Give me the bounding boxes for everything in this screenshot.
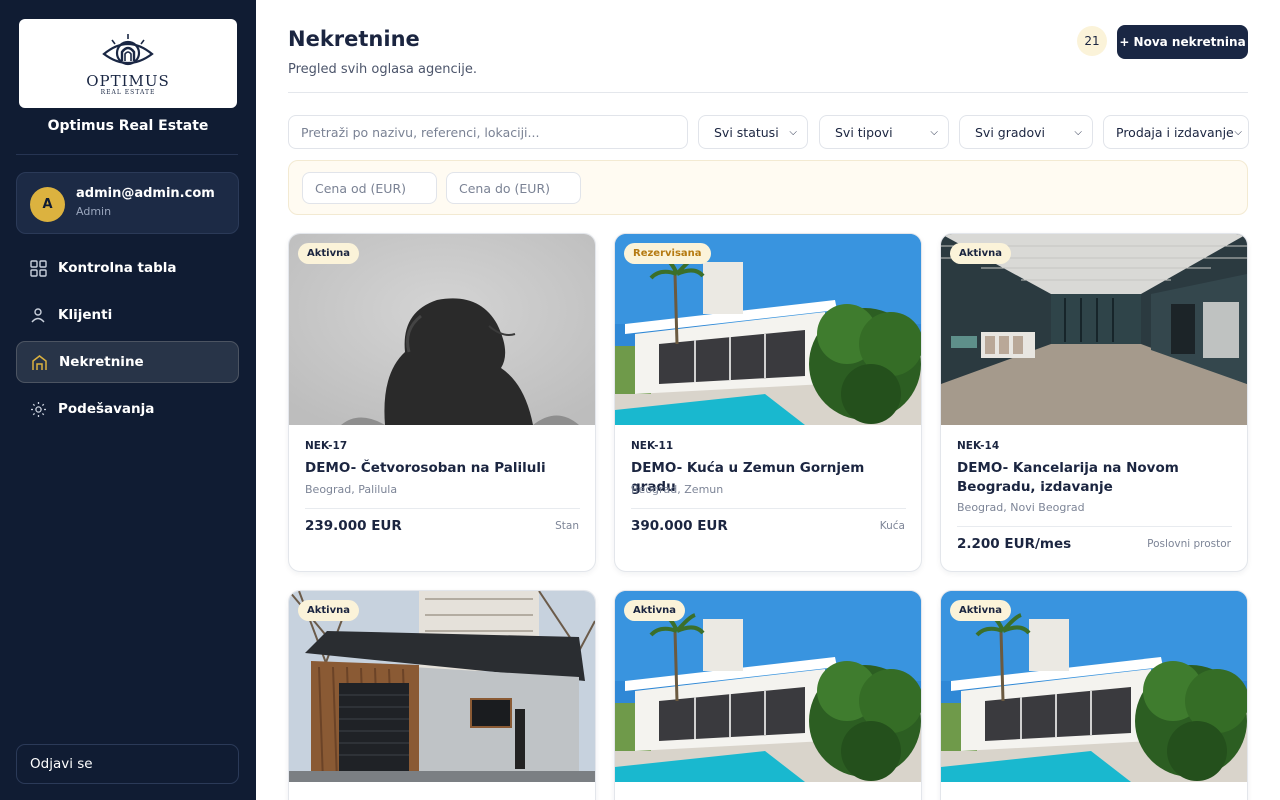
logo-tagline: REAL ESTATE bbox=[100, 88, 156, 96]
transaction-select-value: Prodaja i izdavanje bbox=[1116, 124, 1234, 140]
user-icon bbox=[29, 306, 47, 324]
sidebar-item-nekretnine[interactable]: Nekretnine bbox=[16, 341, 239, 383]
type-select-value: Svi tipovi bbox=[835, 124, 893, 140]
sun-gear-icon bbox=[29, 400, 47, 418]
page-title: Nekretnine bbox=[288, 27, 420, 51]
status-badge: Rezervisana bbox=[624, 243, 711, 264]
card-divider bbox=[631, 508, 906, 509]
user-card[interactable]: A admin@admin.com Admin bbox=[16, 172, 239, 234]
status-badge: Aktivna bbox=[298, 243, 359, 264]
brand-logo[interactable]: OPTIMUS REAL ESTATE bbox=[19, 19, 237, 108]
property-reference: NEK-17 bbox=[305, 440, 348, 452]
sidebar-item-kontrolna-tabla[interactable]: Kontrolna tabla bbox=[16, 247, 239, 289]
brand-name: Optimus Real Estate bbox=[47, 118, 209, 134]
grid-icon bbox=[29, 259, 47, 277]
property-reference: NEK-14 bbox=[957, 440, 1000, 452]
home-icon bbox=[30, 353, 48, 371]
city-select[interactable]: Svi gradovi ⌵ bbox=[959, 115, 1093, 149]
property-card[interactable]: Aktivna bbox=[288, 590, 596, 800]
status-select-value: Svi statusi bbox=[714, 124, 779, 140]
price-to-input[interactable] bbox=[446, 172, 581, 204]
property-location: Beograd, Palilula bbox=[305, 483, 398, 496]
chevron-down-icon: ⌵ bbox=[930, 126, 938, 138]
listing-count-badge: 21 bbox=[1077, 26, 1107, 56]
user-email: admin@admin.com bbox=[76, 186, 215, 201]
logout-button[interactable]: Odjavi se bbox=[16, 744, 239, 784]
user-role: Admin bbox=[76, 205, 112, 218]
header-divider bbox=[288, 92, 1248, 93]
property-location: Beograd, Novi Beograd bbox=[957, 501, 1085, 514]
property-title: DEMO- Kancelarija na Novom Beogradu, izd… bbox=[957, 460, 1179, 495]
chevron-down-icon: ⌵ bbox=[1074, 126, 1082, 138]
property-price: 2.200 EUR/mes bbox=[957, 536, 1072, 552]
property-price: 390.000 EUR bbox=[631, 518, 728, 534]
price-from-input[interactable] bbox=[302, 172, 437, 204]
status-badge: Aktivna bbox=[624, 600, 685, 621]
city-select-value: Svi gradovi bbox=[975, 124, 1045, 140]
eye-arch-logo-icon bbox=[102, 33, 154, 65]
sidebar-divider bbox=[16, 154, 238, 155]
sidebar-item-podesavanja[interactable]: Podešavanja bbox=[16, 388, 239, 430]
property-card[interactable]: Rezervisana NEK-11 DEMO- Kuća u Zemun Go… bbox=[614, 233, 922, 572]
sidebar-item-label: Kontrolna tabla bbox=[58, 260, 177, 276]
search-input[interactable] bbox=[288, 115, 688, 149]
avatar: A bbox=[30, 187, 65, 222]
property-reference: NEK-11 bbox=[631, 440, 674, 452]
property-type: Stan bbox=[555, 520, 579, 532]
status-badge: Aktivna bbox=[298, 600, 359, 621]
status-select[interactable]: Svi statusi ⌵ bbox=[698, 115, 808, 149]
card-divider bbox=[957, 526, 1232, 527]
transaction-select[interactable]: Prodaja i izdavanje ⌵ bbox=[1103, 115, 1249, 149]
property-card[interactable]: Aktivna NEK-17 DEMO- Četvorosoban na Pal… bbox=[288, 233, 596, 572]
property-card[interactable]: Aktivna bbox=[940, 590, 1248, 800]
sidebar-item-label: Klijenti bbox=[58, 307, 113, 323]
card-divider bbox=[305, 508, 580, 509]
property-title: DEMO- Četvorosoban na Paliluli bbox=[305, 460, 546, 476]
sidebar: OPTIMUS REAL ESTATE Optimus Real Estate … bbox=[0, 0, 256, 800]
logo-wordmark: OPTIMUS bbox=[86, 71, 170, 90]
status-badge: Aktivna bbox=[950, 600, 1011, 621]
chevron-down-icon: ⌵ bbox=[1234, 126, 1242, 138]
sidebar-item-label: Nekretnine bbox=[59, 354, 144, 370]
property-price: 239.000 EUR bbox=[305, 518, 402, 534]
property-type: Poslovni prostor bbox=[1147, 538, 1231, 550]
property-location: Beograd, Zemun bbox=[631, 483, 724, 496]
chevron-down-icon: ⌵ bbox=[789, 126, 797, 138]
property-card[interactable]: Aktivna NEK-14 DEMO- Kancelarija na Novo… bbox=[940, 233, 1248, 572]
new-property-button[interactable]: + Nova nekretnina bbox=[1117, 25, 1248, 59]
property-type: Kuća bbox=[879, 520, 905, 532]
sidebar-item-label: Podešavanja bbox=[58, 401, 155, 417]
page-subtitle: Pregled svih oglasa agencije. bbox=[288, 62, 477, 77]
status-badge: Aktivna bbox=[950, 243, 1011, 264]
main-content: Nekretnine Pregled svih oglasa agencije.… bbox=[256, 0, 1280, 800]
sidebar-item-klijenti[interactable]: Klijenti bbox=[16, 294, 239, 336]
type-select[interactable]: Svi tipovi ⌵ bbox=[819, 115, 949, 149]
price-filter-panel bbox=[288, 160, 1248, 215]
property-card[interactable]: Aktivna bbox=[614, 590, 922, 800]
